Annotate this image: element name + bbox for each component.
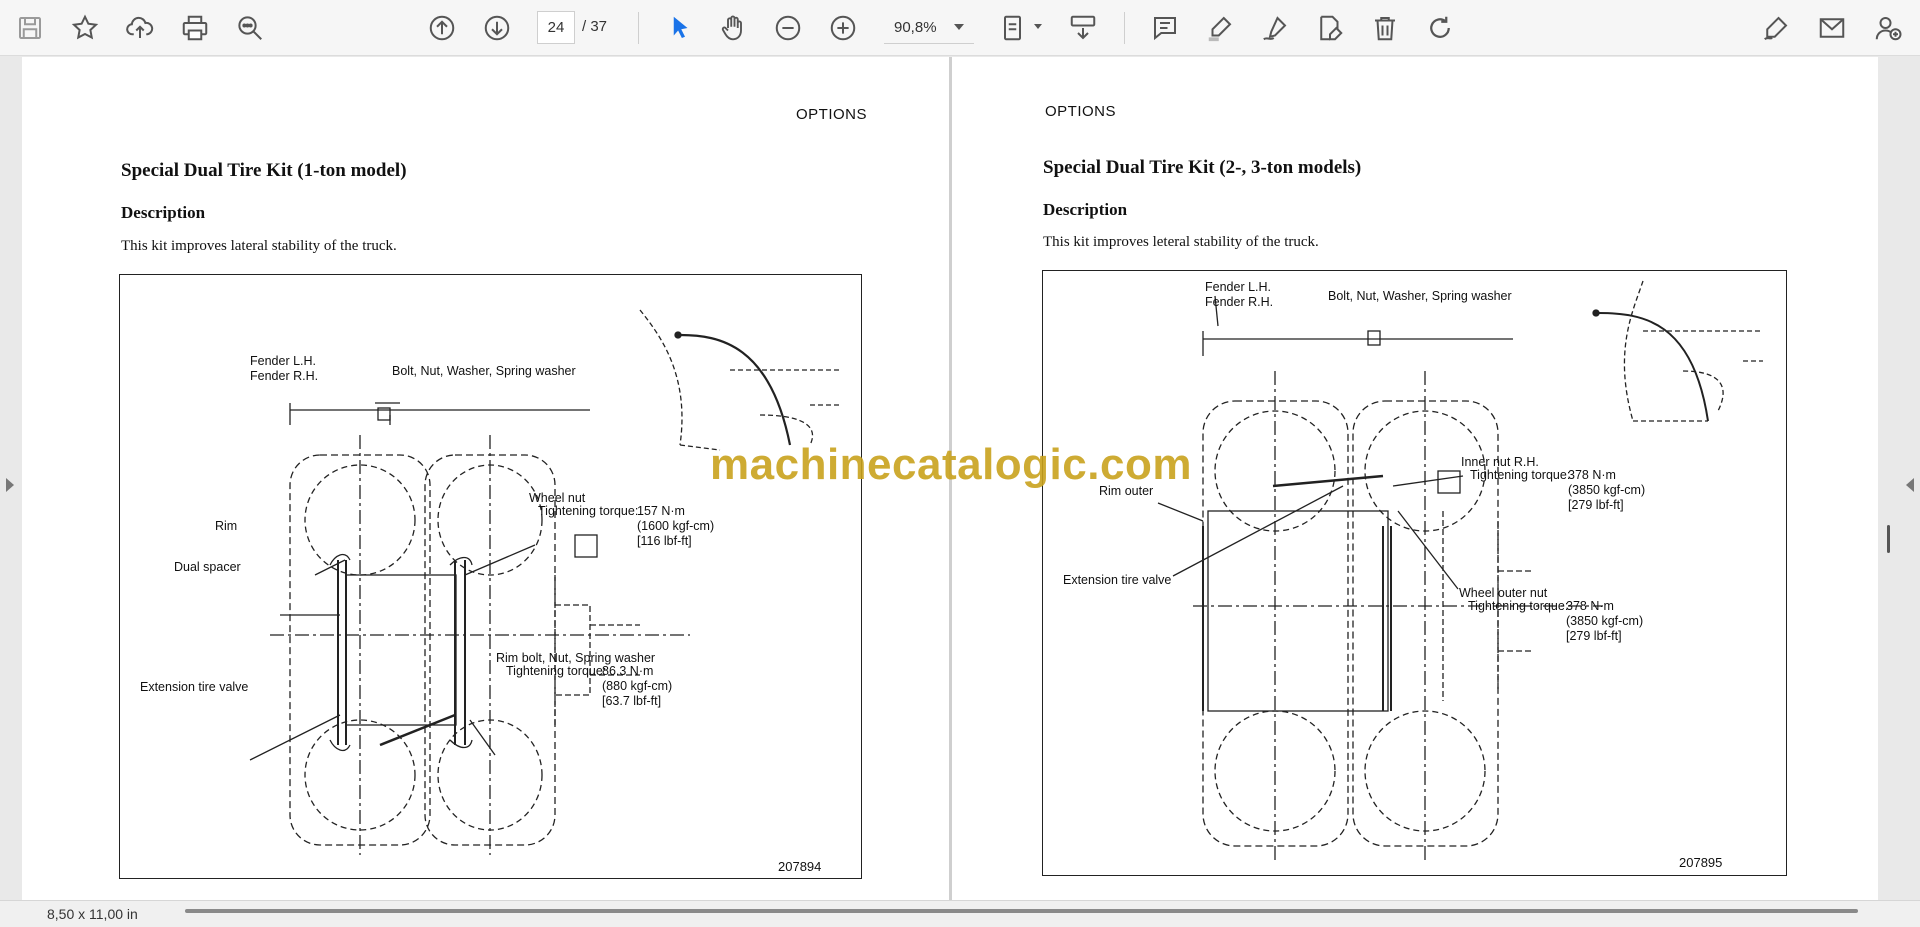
select-cursor-icon[interactable] (660, 8, 700, 48)
outer-torque-values: 378 N·m (3850 kgf-cm) [279 lbf-ft] (1566, 599, 1644, 643)
status-bar: 8,50 x 11,00 in (0, 900, 1920, 927)
collapse-right-panel-icon[interactable] (1906, 478, 1914, 492)
rim-label: Rim (215, 519, 238, 533)
page-number-input[interactable]: 24 (537, 11, 575, 44)
extension-valve-label: Extension tire valve (140, 680, 249, 694)
toolbar-divider (1124, 12, 1125, 44)
save-icon[interactable] (10, 8, 50, 48)
delete-icon[interactable] (1365, 8, 1405, 48)
page-title: Special Dual Tire Kit (1-ton model) (121, 160, 407, 181)
dual-tire-diagram-1ton: Fender L.H. Fender R.H. Bolt, Nut, Washer… (119, 274, 862, 879)
inner-torque-label: Tightening torque: (1470, 468, 1571, 482)
description-text: This kit improves lateral stability of t… (121, 238, 397, 254)
dual-spacer-label: Dual spacer (174, 560, 241, 574)
outer-torque-label: Tightening torque: (1468, 599, 1569, 613)
rotate-icon[interactable] (1420, 8, 1460, 48)
upload-cloud-icon[interactable] (120, 8, 160, 48)
account-icon[interactable] (1868, 8, 1908, 48)
watermark: machinecatalogic.com (710, 440, 1192, 489)
horizontal-scrollbar[interactable] (185, 909, 1858, 913)
figure-code: 207895 (1679, 855, 1723, 870)
chevron-down-icon[interactable] (1034, 24, 1042, 29)
comment-icon[interactable] (1145, 8, 1185, 48)
zoom-in-icon[interactable] (823, 8, 863, 48)
vertical-scrollbar[interactable] (1887, 525, 1890, 553)
wheel-torque-label: Tightening torque: (538, 504, 639, 518)
figure-code: 207894 (778, 859, 822, 874)
print-icon[interactable] (175, 8, 215, 48)
edit-text-icon[interactable] (1310, 8, 1350, 48)
bolt-label: Bolt, Nut, Washer, Spring washer (1328, 289, 1512, 303)
extension-valve-label: Extension tire valve (1063, 573, 1172, 587)
description-text: This kit improves leteral stability of t… (1043, 234, 1319, 250)
rim-torque-label: Tightening torque: (506, 664, 607, 678)
email-icon[interactable] (1812, 8, 1852, 48)
zoom-search-icon[interactable] (230, 8, 270, 48)
highlight-icon[interactable] (1200, 8, 1240, 48)
dual-tire-diagram-2-3ton: Fender L.H. Fender R.H. Bolt, Nut, Washer… (1042, 270, 1787, 876)
section-heading: Description (121, 203, 206, 222)
toolbar: 24 / 37 90,8% (0, 0, 1920, 56)
chevron-down-icon[interactable] (954, 24, 964, 30)
page-title: Special Dual Tire Kit (2-, 3-ton models) (1043, 157, 1362, 178)
draw-icon[interactable] (1255, 8, 1295, 48)
bookmark-star-icon[interactable] (65, 8, 105, 48)
rim-torque-values: 86.3 N·m (880 kgf-cm) [63.7 lbf-ft] (602, 664, 673, 708)
fit-page-icon[interactable] (995, 8, 1035, 48)
page-size-label: 8,50 x 11,00 in (47, 906, 138, 922)
fender-label: Fender L.H. Fender R.H. (1205, 280, 1274, 309)
collapse-left-panel-icon[interactable] (6, 478, 14, 492)
section-heading: Description (1043, 200, 1128, 219)
fender-label: Fender L.H. Fender R.H. (250, 354, 319, 383)
page-header: OPTIONS (796, 106, 868, 123)
toolbar-divider (638, 12, 639, 44)
wheel-torque-values: 157 N·m (1600 kgf-cm) [116 lbf-ft] (637, 504, 715, 548)
next-page-icon[interactable] (477, 8, 517, 48)
zoom-out-icon[interactable] (768, 8, 808, 48)
inner-torque-values: 378 N·m (3850 kgf-cm) [279 lbf-ft] (1568, 468, 1646, 512)
page-total: / 37 (582, 18, 608, 35)
sign-icon[interactable] (1756, 8, 1796, 48)
previous-page-icon[interactable] (422, 8, 462, 48)
scroll-mode-icon[interactable] (1063, 8, 1103, 48)
page-header: OPTIONS (1045, 103, 1117, 120)
hand-pan-icon[interactable] (713, 8, 753, 48)
bolt-label: Bolt, Nut, Washer, Spring washer (392, 364, 576, 378)
